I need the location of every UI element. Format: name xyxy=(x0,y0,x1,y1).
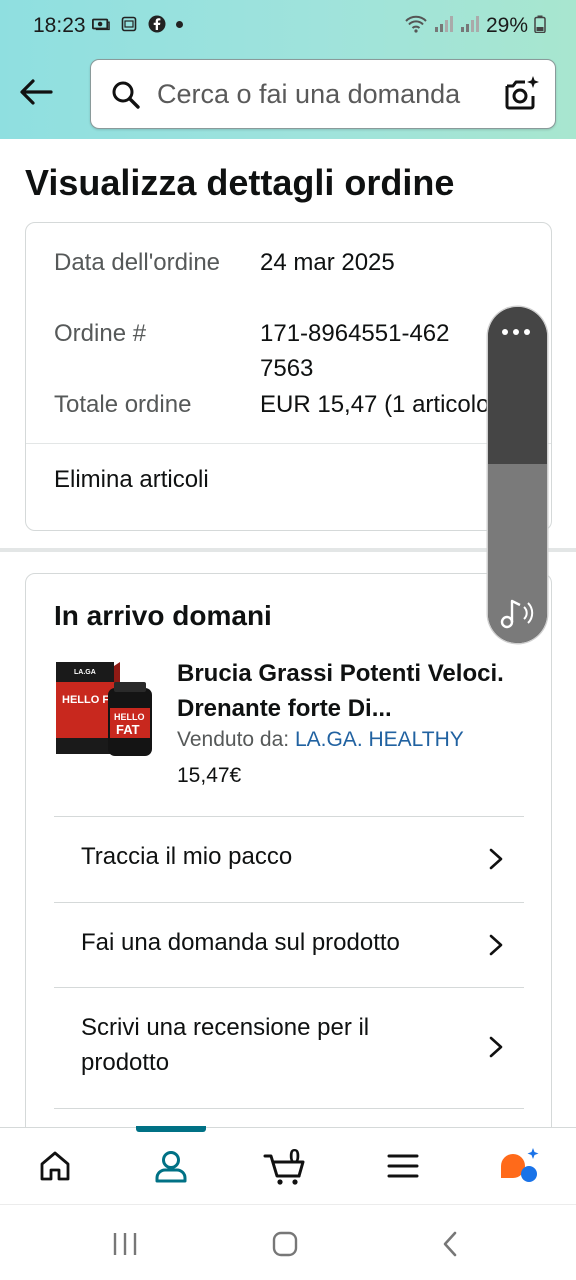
divider xyxy=(26,443,551,444)
more-notifications-dot xyxy=(176,20,183,28)
battery-icon xyxy=(534,15,546,38)
chevron-right-icon xyxy=(489,1036,503,1058)
nav-account[interactable] xyxy=(136,1128,206,1204)
seller-link[interactable]: LA.GA. HEALTHY xyxy=(295,728,464,751)
chevron-right-icon xyxy=(489,848,503,870)
floating-media-panel[interactable] xyxy=(488,307,547,643)
sold-by-label: Venduto da: xyxy=(177,728,295,751)
arriving-title: In arrivo domani xyxy=(54,600,272,631)
system-back-icon xyxy=(443,1231,457,1257)
header: 18:23 29% xyxy=(0,0,576,139)
facebook-icon xyxy=(148,15,166,33)
back-arrow-icon xyxy=(20,79,53,105)
music-icon[interactable] xyxy=(500,597,536,634)
account-icon xyxy=(155,1151,187,1183)
svg-text:LA.GA: LA.GA xyxy=(74,669,96,676)
home-icon xyxy=(40,1151,70,1181)
system-nav-bar xyxy=(0,1204,576,1280)
system-back-button[interactable] xyxy=(435,1229,465,1259)
cart-icon xyxy=(263,1154,305,1185)
gallery-icon xyxy=(120,15,138,33)
recent-apps-button[interactable] xyxy=(110,1229,140,1259)
order-date-value: 24 mar 2025 xyxy=(260,249,395,276)
svg-text:FAT: FAT xyxy=(116,722,140,737)
order-number-label: Ordine # xyxy=(54,320,147,347)
status-time: 18:23 xyxy=(33,14,86,37)
track-package-row[interactable]: Traccia il mio pacco xyxy=(54,816,524,902)
product-title[interactable]: Brucia Grassi Potenti Veloci. Drenante f… xyxy=(177,656,527,726)
nav-cart[interactable]: 0 xyxy=(252,1128,322,1204)
order-number-value: 171-8964551-4627563 xyxy=(260,320,450,382)
page-title: Visualizza dettagli ordine xyxy=(25,162,455,203)
rufus-icon xyxy=(501,1148,539,1182)
home-circle-icon xyxy=(272,1231,298,1257)
status-right: 29% xyxy=(404,14,546,38)
delete-items-link[interactable]: Elimina articoli xyxy=(54,466,209,494)
cart-count: 0 xyxy=(289,1146,301,1168)
camera-search-icon[interactable] xyxy=(503,74,541,119)
order-total-label: Totale ordine xyxy=(54,391,192,418)
product-image[interactable]: LA.GA HELLO FAT HELLO FAT xyxy=(54,658,154,758)
back-button[interactable] xyxy=(16,72,56,112)
nav-menu[interactable] xyxy=(368,1128,438,1204)
product-price: 15,47€ xyxy=(177,764,242,787)
status-bar: 18:23 29% xyxy=(0,0,576,52)
menu-icon xyxy=(387,1154,419,1178)
svg-text:HELLO: HELLO xyxy=(114,712,145,722)
order-summary-card: Data dell'ordine 24 mar 2025 Ordine # 17… xyxy=(25,222,552,531)
write-review-row[interactable]: Scrivi una recensione per il prodotto xyxy=(54,987,524,1108)
search-bar[interactable] xyxy=(90,59,556,129)
battery-percent: 29% xyxy=(485,14,528,37)
track-package-label: Traccia il mio pacco xyxy=(81,843,293,870)
chevron-right-icon xyxy=(489,934,503,956)
home-button[interactable] xyxy=(270,1229,300,1259)
order-total-value: EUR 15,47 (1 articolo) xyxy=(260,391,498,418)
nav-rufus[interactable] xyxy=(484,1128,554,1204)
notification-icons xyxy=(92,15,183,33)
wifi-icon xyxy=(404,15,428,38)
sold-by: Venduto da: LA.GA. HEALTHY xyxy=(177,728,464,752)
money-icon xyxy=(92,15,110,33)
search-icon xyxy=(111,80,141,115)
recent-apps-icon xyxy=(113,1233,137,1255)
write-review-label: Scrivi una recensione per il prodotto xyxy=(81,1014,370,1076)
nav-home[interactable] xyxy=(20,1128,90,1204)
ask-question-row[interactable]: Fai una domanda sul prodotto xyxy=(54,902,524,987)
next-action-row[interactable] xyxy=(54,1108,524,1128)
order-date-label: Data dell'ordine xyxy=(54,249,221,276)
arriving-card: In arrivo domani LA.GA HELLO FAT HELLO F… xyxy=(25,573,552,1173)
signal-icon xyxy=(434,15,454,38)
signal-icon-2 xyxy=(460,15,480,38)
ask-question-label: Fai una domanda sul prodotto xyxy=(81,929,400,956)
more-options-icon[interactable] xyxy=(502,329,530,335)
bottom-nav: 0 xyxy=(0,1126,576,1204)
search-input[interactable] xyxy=(157,76,487,112)
